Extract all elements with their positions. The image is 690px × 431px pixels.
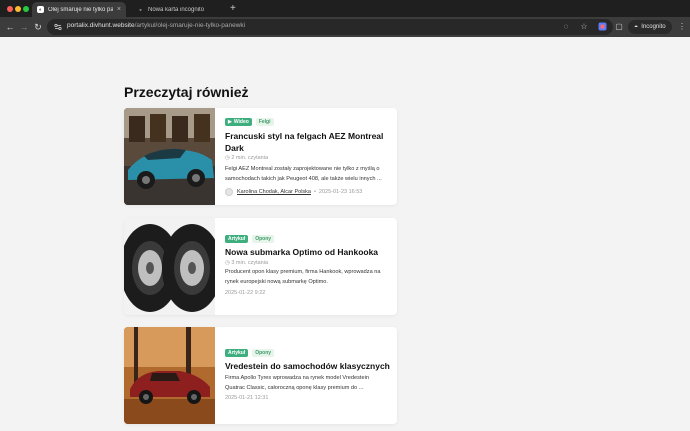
page-favicon-icon: ◐ bbox=[37, 6, 44, 13]
menu-dots-icon[interactable]: ⋮ bbox=[677, 22, 687, 32]
url-host: portalix.divhunt.website bbox=[67, 22, 135, 29]
badge-label: Wideo bbox=[233, 119, 249, 125]
article-tags: Artykuł Opony bbox=[225, 235, 275, 243]
section-title: Przeczytaj również bbox=[124, 84, 249, 100]
article-card[interactable]: ▶ Wideo Felgi Francuski styl na felgach … bbox=[124, 108, 397, 205]
article-thumbnail-classic-car-image[interactable] bbox=[124, 327, 215, 424]
article-thumbnail-car-image[interactable] bbox=[124, 108, 215, 205]
new-tab-button[interactable]: + bbox=[230, 2, 236, 15]
article-excerpt: Felgi AEZ Montreal zostały zaprojektowan… bbox=[225, 166, 382, 182]
tag-badge[interactable]: Felgi bbox=[255, 118, 274, 126]
url-path: /artykul/olej-smaruje-nie-tylko-panewki bbox=[134, 22, 246, 29]
article-date: 2025-01-23 16:53 bbox=[318, 189, 363, 195]
read-time: ◷ 3 min. czytania bbox=[225, 260, 268, 266]
category-badge[interactable]: Artykuł bbox=[225, 349, 249, 357]
incognito-label: Incognito bbox=[641, 24, 666, 30]
page-viewport: Przeczytaj również ▶ Wideo Felgi Francus… bbox=[0, 37, 690, 431]
article-title[interactable]: Vredestein do samochodów klasycznych bbox=[225, 360, 390, 372]
article-tags: ▶ Wideo Felgi bbox=[225, 118, 274, 126]
tab-search-icon[interactable]: ▢ bbox=[614, 22, 624, 32]
article-card[interactable]: Artykuł Opony Nowa submarka Optimo od Ha… bbox=[124, 218, 397, 315]
read-time-text: 3 min. czytania bbox=[231, 260, 269, 266]
article-title[interactable]: Nowa submarka Optimo od Hankooka bbox=[225, 246, 390, 258]
bookmark-star-icon[interactable]: ☆ bbox=[579, 22, 589, 32]
article-card[interactable]: Artykuł Opony Vredestein do samochodów k… bbox=[124, 327, 397, 424]
url-text: portalix.divhunt.website/artykul/olej-sm… bbox=[67, 22, 245, 29]
back-arrow-icon[interactable]: ← bbox=[4, 21, 16, 33]
tab-close-icon[interactable]: × bbox=[117, 6, 121, 13]
article-excerpt: Firma Apollo Tyres wprowadza na rynek mo… bbox=[225, 375, 369, 391]
article-date: 2025-01-21 12:31 bbox=[225, 395, 269, 401]
category-badge[interactable]: ▶ Wideo bbox=[225, 118, 252, 126]
author-avatar bbox=[225, 188, 233, 196]
article-tags: Artykuł Opony bbox=[225, 349, 275, 357]
article-meta: 2025-01-21 12:31 bbox=[225, 395, 268, 401]
article-thumbnail-tyres-image[interactable] bbox=[124, 218, 215, 315]
read-time: ◷ 2 min. czytania bbox=[225, 155, 268, 161]
tab-title: Nowa karta incognito bbox=[148, 6, 205, 13]
browser-toolbar: ← → ↻ portalix.divhunt.website/artykul/o… bbox=[0, 17, 690, 37]
incognito-tab-icon: ◒ bbox=[138, 6, 143, 13]
tag-badge[interactable]: Opony bbox=[252, 349, 275, 357]
tab-article[interactable]: ◐ Olej smaruje nie tylko panewki × bbox=[32, 2, 126, 17]
incognito-icon: ◓ bbox=[634, 23, 639, 31]
extension-icon[interactable] bbox=[597, 22, 607, 32]
maximize-window-dot[interactable] bbox=[23, 6, 29, 12]
minimize-window-dot[interactable] bbox=[15, 6, 21, 12]
tab-title: Olej smaruje nie tylko panewki bbox=[48, 6, 113, 13]
article-meta: Karolina Chodak, Alcar Polska • 2025-01-… bbox=[225, 188, 362, 196]
close-window-dot[interactable] bbox=[7, 6, 13, 12]
article-title[interactable]: Francuski styl na felgach AEZ Montreal D… bbox=[225, 130, 390, 154]
author-link[interactable]: Karolina Chodak, Alcar Polska bbox=[237, 189, 311, 195]
article-excerpt: Producent opon klasy premium, firma Hank… bbox=[225, 269, 381, 285]
address-bar[interactable]: portalix.divhunt.website/artykul/olej-sm… bbox=[47, 19, 613, 35]
article-meta: 2025-01-22 9:22 bbox=[225, 290, 265, 296]
incognito-indicator[interactable]: ◓ Incognito bbox=[628, 20, 672, 34]
browser-tabstrip: ◐ Olej smaruje nie tylko panewki × ◒ Now… bbox=[0, 0, 690, 17]
category-badge[interactable]: Artykuł bbox=[225, 235, 249, 243]
eye-off-icon[interactable]: ◌ bbox=[561, 22, 571, 32]
reload-icon[interactable]: ↻ bbox=[32, 21, 44, 33]
tab-incognito[interactable]: ◒ Nowa karta incognito bbox=[132, 2, 226, 17]
read-time-text: 2 min. czytania bbox=[231, 155, 269, 161]
article-date: 2025-01-22 9:22 bbox=[225, 290, 266, 296]
play-icon: ▶ bbox=[228, 119, 232, 125]
meta-separator: • bbox=[313, 189, 316, 195]
forward-arrow-icon[interactable]: → bbox=[18, 21, 30, 33]
site-info-icon[interactable] bbox=[54, 23, 62, 31]
tag-badge[interactable]: Opony bbox=[252, 235, 275, 243]
